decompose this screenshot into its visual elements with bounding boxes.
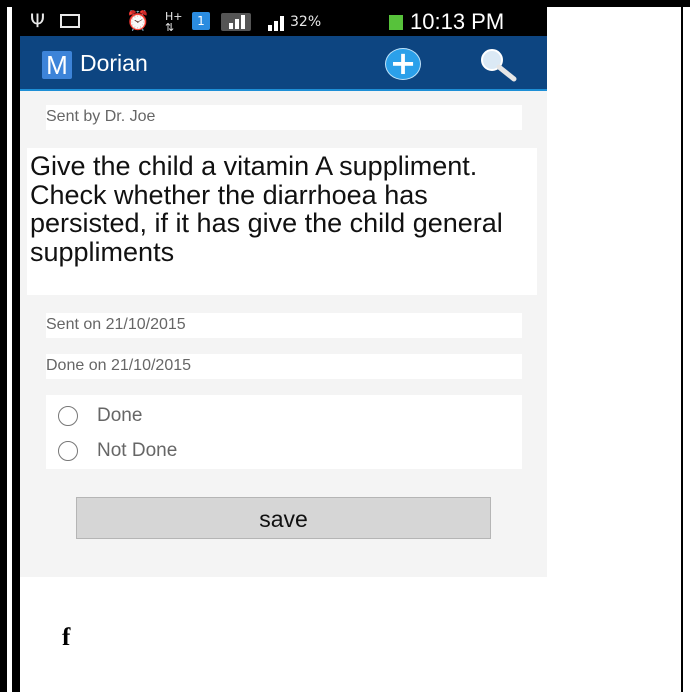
app-logo-icon[interactable]: M [42, 51, 72, 79]
notification-badge-icon: 1 [192, 12, 210, 30]
signal-icon [221, 13, 251, 31]
frame-top-border [0, 0, 690, 7]
image-icon [60, 14, 80, 28]
usb-icon: Ψ [30, 10, 45, 32]
sent-by-label: Sent by Dr. Joe [46, 108, 156, 125]
search-icon [481, 49, 517, 82]
figure-caption: f [62, 624, 71, 651]
signal-bars-icon [266, 13, 288, 31]
add-button[interactable]: + [385, 47, 421, 80]
clock-time: 10:13 PM [410, 9, 505, 34]
message-box: Give the child a vitamin A suppliment. C… [27, 148, 537, 295]
action-bar: M Dorian + [20, 36, 547, 91]
radio-not-done-label: Not Done [97, 440, 178, 461]
save-button[interactable]: save [76, 497, 491, 539]
alarm-icon: ⏰ [126, 10, 150, 32]
status-radio-group: Done Not Done [46, 395, 522, 469]
phone-screen: Ψ ⏰ H+ ⇅ 1 32% 10:13 PM M Dorian + Sent … [20, 7, 547, 577]
search-button[interactable] [472, 46, 526, 82]
battery-percent: 32% [290, 14, 322, 30]
app-title: Dorian [80, 50, 148, 76]
battery-charging-icon [389, 15, 403, 30]
frame-right-border [681, 0, 683, 692]
status-bar: Ψ ⏰ H+ ⇅ 1 32% 10:13 PM [20, 7, 547, 36]
sent-by-field: Sent by Dr. Joe [46, 105, 522, 130]
frame-left-border [0, 0, 7, 692]
radio-button-icon[interactable] [58, 441, 78, 461]
done-on-field: Done on 21/10/2015 [46, 354, 522, 379]
task-message: Give the child a vitamin A suppliment. C… [30, 151, 503, 267]
hplus-data-icon: H+ ⇅ [165, 10, 183, 34]
frame-left-border-inner [12, 0, 20, 692]
sent-on-label: Sent on 21/10/2015 [46, 316, 186, 333]
radio-done-label: Done [97, 405, 143, 426]
done-on-label: Done on 21/10/2015 [46, 357, 192, 374]
plus-circle-icon: + [389, 44, 417, 82]
radio-button-icon[interactable] [58, 406, 78, 426]
sent-on-field: Sent on 21/10/2015 [46, 313, 522, 338]
